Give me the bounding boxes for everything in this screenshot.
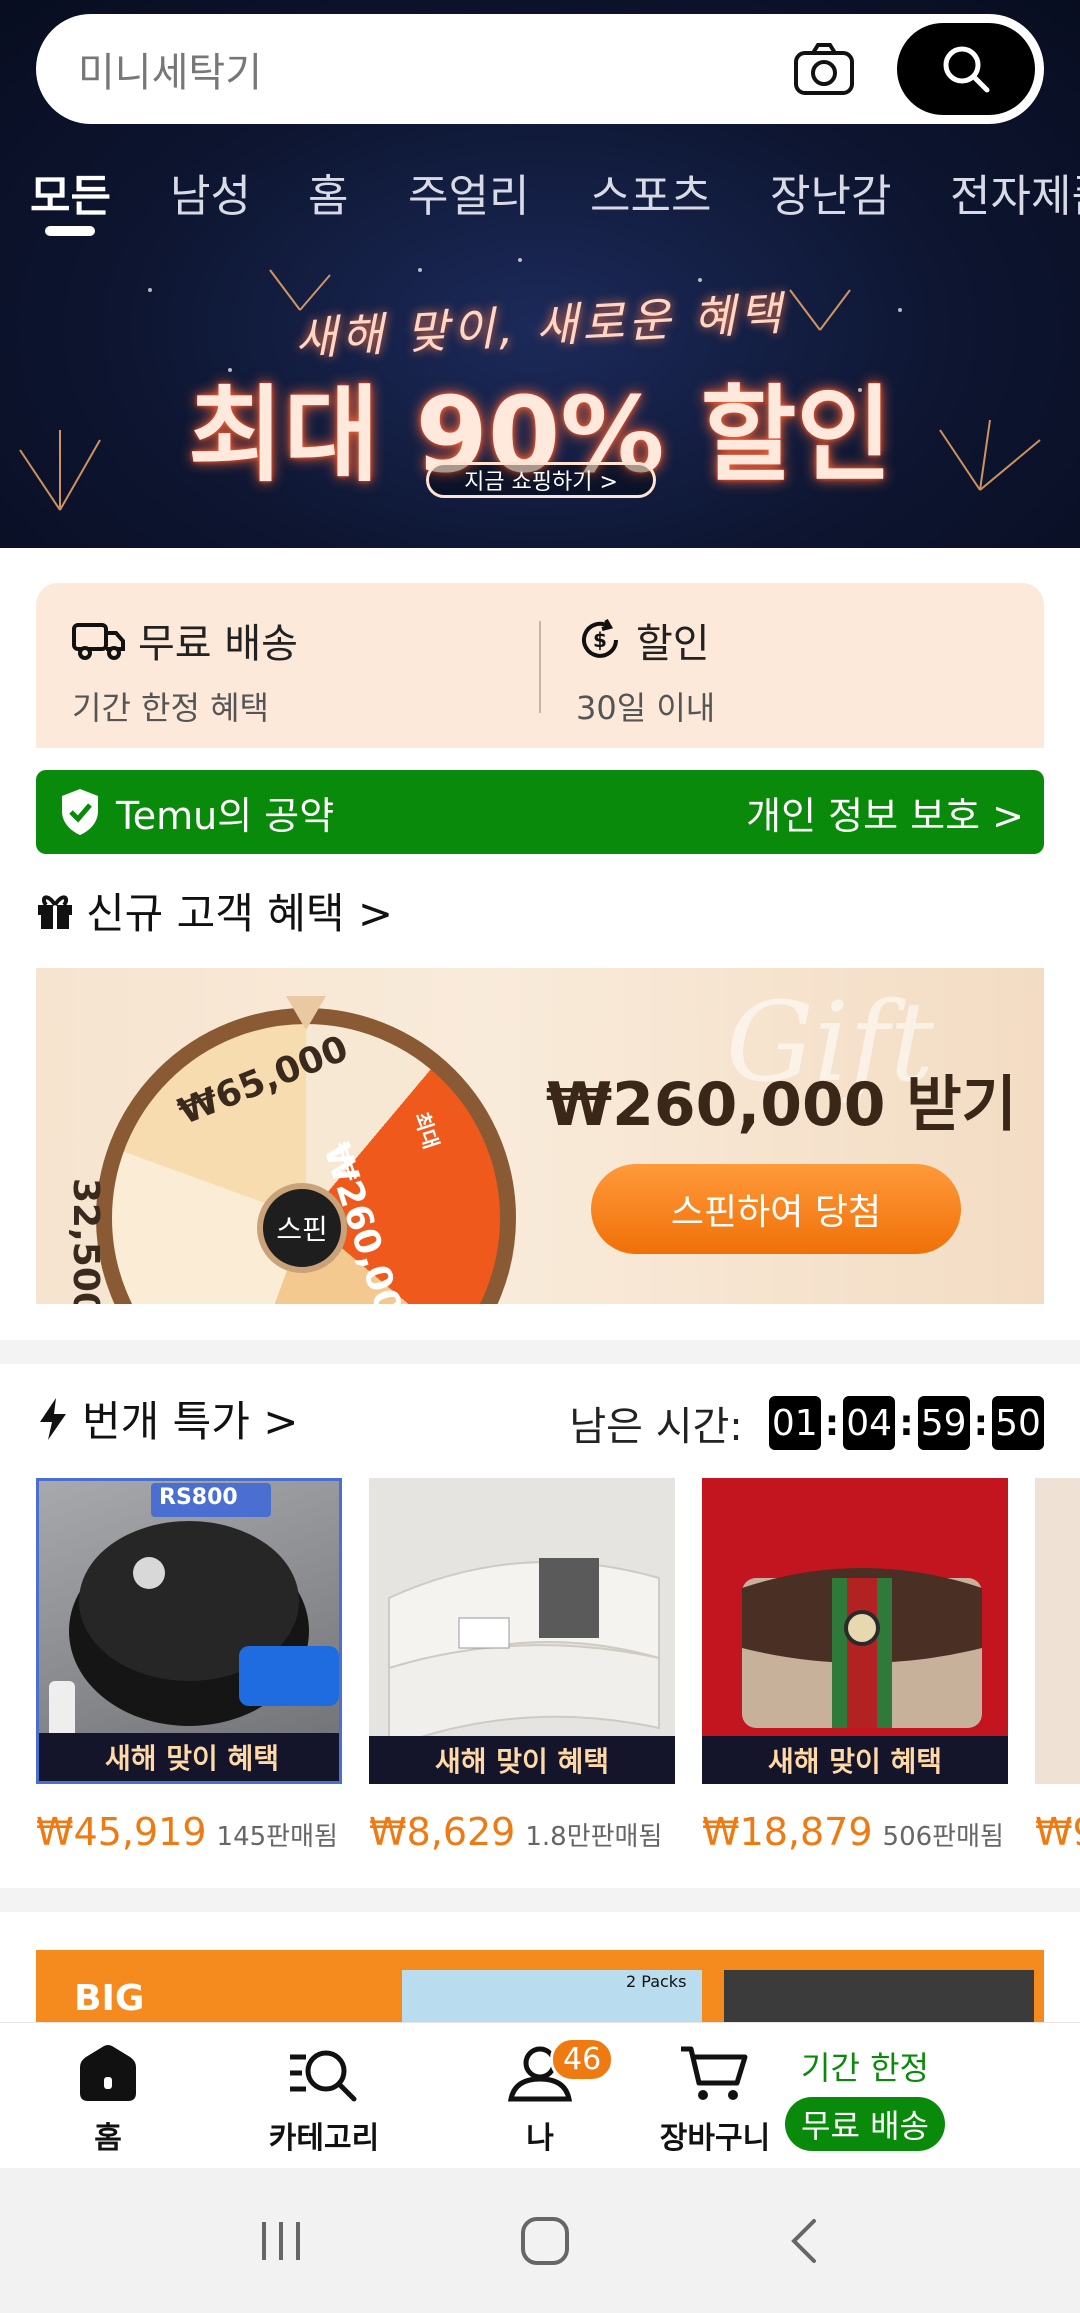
limited-free-shipping-promo[interactable]: 기간 한정 무료 배송 bbox=[785, 2043, 945, 2151]
home-icon bbox=[80, 2045, 136, 2101]
timer-minutes: 04 bbox=[843, 1396, 896, 1450]
nav-label: 나 bbox=[526, 2121, 554, 2156]
section-divider bbox=[0, 1888, 1080, 1912]
product-price: ₩18,879 bbox=[702, 1810, 873, 1854]
system-navigation-bar bbox=[0, 2168, 1080, 2313]
spin-wheel-banner[interactable]: ₩65,000 ₩260,000 최대 32,500 스핀 Gift ₩260,… bbox=[36, 968, 1044, 1304]
discount-benefit[interactable]: $ 할인 30일 이내 bbox=[576, 611, 715, 729]
privacy-link[interactable]: 개인 정보 보호 > bbox=[746, 785, 1024, 840]
truck-icon bbox=[72, 623, 125, 660]
deal-products-row: RS800 새해 맞이 혜택 ₩45,919 145판매됨 새해 맞이 혜택 ₩… bbox=[36, 1478, 1080, 1868]
search-input[interactable]: 미니세탁기 bbox=[78, 40, 791, 98]
nav-label: 홈 bbox=[94, 2121, 122, 2156]
tab-home[interactable]: 홈 bbox=[308, 160, 348, 224]
wheel-pointer bbox=[286, 996, 326, 1030]
category-search-icon bbox=[290, 2050, 357, 2102]
nav-label: 장바구니 bbox=[659, 2121, 771, 2156]
nav-label: 카테고리 bbox=[268, 2121, 380, 2156]
wheel-value: 32,500 bbox=[65, 1178, 106, 1304]
product-image: 새해 맞이 혜택 bbox=[702, 1478, 1008, 1784]
timer-label: 남은 시간: bbox=[569, 1404, 743, 1450]
divider bbox=[539, 621, 541, 713]
promo-packs-label: 2 Packs bbox=[626, 1972, 687, 1991]
benefit-title: 할인 bbox=[636, 621, 710, 667]
sold-count: 506판매됨 bbox=[882, 1822, 1004, 1852]
sold-count: 1.8만판매됨 bbox=[525, 1822, 663, 1852]
product-image bbox=[1035, 1478, 1080, 1784]
tab-electronics[interactable]: 전자제품 bbox=[950, 160, 1080, 224]
product-card[interactable]: 새해 맞이 혜택 ₩8,629 1.8만판매됨 bbox=[369, 1478, 675, 1854]
search-icon bbox=[943, 46, 990, 93]
countdown-timer: 남은 시간: 01 : 04 : 59 : 50 bbox=[569, 1394, 1044, 1452]
active-tab-indicator bbox=[45, 226, 95, 236]
back-icon[interactable] bbox=[784, 2215, 824, 2267]
nav-me[interactable]: 46 나 bbox=[470, 2037, 615, 2157]
product-image: 새해 맞이 혜택 bbox=[369, 1478, 675, 1784]
nav-category[interactable]: 카테고리 bbox=[254, 2043, 394, 2157]
hero-header: 미니세탁기 모든 남성 홈 주얼리 스포츠 장난감 전자제품 새해 맞이, 새로… bbox=[0, 0, 1080, 548]
banner-shop-now-button[interactable]: 지금 쇼핑하기 > bbox=[426, 462, 656, 498]
section-divider bbox=[0, 1340, 1080, 1364]
new-year-ribbon: 새해 맞이 혜택 bbox=[39, 1733, 339, 1781]
benefit-subtitle: 기간 한정 혜택 bbox=[72, 689, 269, 727]
product-card[interactable]: 새해 맞이 혜택 ₩18,879 506판매됨 bbox=[702, 1478, 1008, 1854]
search-button[interactable] bbox=[897, 23, 1035, 115]
sold-count: 145판매됨 bbox=[216, 1822, 338, 1852]
promo-banner[interactable]: BIG 2 Packs bbox=[36, 1950, 1044, 2022]
product-price: ₩45,919 bbox=[36, 1810, 207, 1854]
nav-cart[interactable]: 장바구니 bbox=[645, 2043, 785, 2157]
timer-hours: 01 bbox=[768, 1396, 821, 1450]
cart-icon bbox=[681, 2046, 748, 2100]
pledge-title: Temu의 공약 bbox=[116, 793, 335, 838]
tab-jewelry[interactable]: 주얼리 bbox=[408, 160, 529, 224]
promo-image bbox=[724, 1970, 1034, 2022]
lightning-deals-header[interactable]: 번개 특가 > bbox=[36, 1388, 298, 1449]
spin-center-button[interactable]: 스핀 bbox=[257, 1183, 347, 1273]
product-badge: RS800 bbox=[159, 1485, 238, 1510]
search-bar[interactable]: 미니세탁기 bbox=[36, 14, 1044, 124]
product-card[interactable]: RS800 새해 맞이 혜택 ₩45,919 145판매됨 bbox=[36, 1478, 342, 1854]
benefit-subtitle: 30일 이내 bbox=[576, 689, 716, 727]
lightning-deals-title: 번개 특가 > bbox=[82, 1397, 299, 1446]
free-shipping-benefit[interactable]: 무료 배송 기간 한정 혜택 bbox=[72, 611, 298, 729]
spin-to-win-button[interactable]: 스핀하여 당첨 bbox=[591, 1164, 961, 1254]
tab-sports[interactable]: 스포츠 bbox=[590, 160, 711, 224]
product-price: ₩9 bbox=[1035, 1810, 1080, 1854]
product-price: ₩8,629 bbox=[369, 1810, 516, 1854]
temu-pledge-bar[interactable]: Temu의 공약 개인 정보 보호 > bbox=[36, 770, 1044, 854]
timer-seconds: 59 bbox=[917, 1396, 970, 1450]
camera-icon[interactable] bbox=[791, 36, 857, 102]
tab-all[interactable]: 모든 bbox=[30, 160, 111, 224]
new-year-ribbon: 새해 맞이 혜택 bbox=[702, 1736, 1008, 1784]
benefit-title: 무료 배송 bbox=[138, 621, 298, 667]
dollar-refresh-icon: $ bbox=[582, 619, 618, 658]
shield-check-icon bbox=[62, 789, 98, 835]
spin-headline: ₩260,000 받기 bbox=[546, 1070, 1017, 1140]
lightning-icon bbox=[40, 1397, 66, 1440]
new-customer-title: 신규 고객 혜택 > bbox=[86, 889, 394, 938]
product-card[interactable]: ₩9 bbox=[1035, 1478, 1080, 1854]
promo-limited-text: 기간 한정 bbox=[801, 2049, 929, 2087]
timer-centiseconds: 50 bbox=[992, 1396, 1044, 1450]
category-tabs: 모든 남성 홈 주얼리 스포츠 장난감 전자제품 bbox=[0, 160, 1080, 240]
tab-men[interactable]: 남성 bbox=[170, 160, 251, 224]
gift-icon bbox=[38, 895, 72, 929]
nav-home[interactable]: 홈 bbox=[38, 2043, 178, 2157]
notification-badge: 46 bbox=[550, 2037, 615, 2082]
bottom-navigation: 홈 카테고리 46 나 장바구니 기간 한정 무료 배송 bbox=[0, 2022, 1080, 2168]
benefit-card[interactable]: 무료 배송 기간 한정 혜택 $ 할인 30일 이내 bbox=[36, 583, 1044, 748]
product-image: RS800 새해 맞이 혜택 bbox=[36, 1478, 342, 1784]
tab-toys[interactable]: 장난감 bbox=[770, 160, 891, 224]
promo-title: BIG bbox=[74, 1978, 145, 2019]
svg-text:$: $ bbox=[593, 628, 607, 652]
new-customer-header[interactable]: 신규 고객 혜택 > bbox=[36, 880, 393, 941]
recent-apps-icon[interactable] bbox=[256, 2216, 306, 2266]
promo-free-shipping-pill: 무료 배송 bbox=[785, 2097, 945, 2151]
home-circle-icon[interactable] bbox=[519, 2215, 571, 2267]
new-year-ribbon: 새해 맞이 혜택 bbox=[369, 1736, 675, 1784]
